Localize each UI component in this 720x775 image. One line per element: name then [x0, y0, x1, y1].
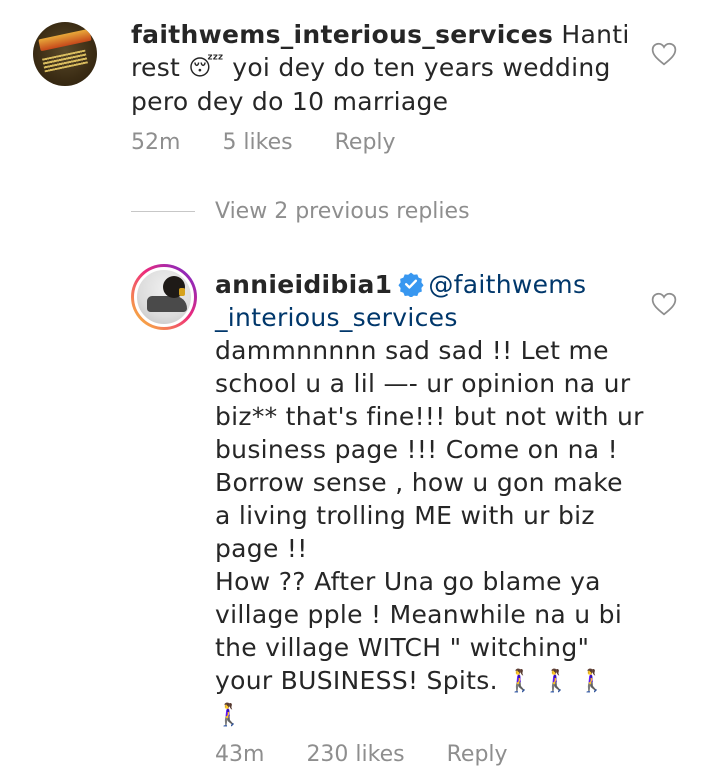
comment-text-part: rest — [131, 53, 181, 82]
comment-text-part: pero dey do 10 marriage — [131, 87, 449, 116]
sleeping-emoji: 😴 — [188, 56, 224, 81]
reply-username[interactable]: annieidibia1 — [215, 270, 392, 299]
heart-outline-icon[interactable] — [651, 292, 677, 316]
reply-line: business page !!! Come on na ! — [215, 435, 618, 464]
replies-divider-line — [131, 211, 195, 212]
avatar-logo-band — [38, 28, 92, 52]
walking-woman-emoji: 🚶‍♀️ — [506, 669, 534, 694]
reply-line: school u a lil —- ur opinion na ur — [215, 369, 631, 398]
comment-meta: 52m 5 likes Reply — [131, 130, 438, 155]
reply-mention[interactable]: @faithwems — [428, 270, 586, 299]
reply-meta: 43m 230 likes Reply — [215, 742, 550, 767]
reply-text: annieidibia1 @faithwems _interious_servi… — [215, 268, 645, 732]
reply-line: biz** that's fine!!! but not with ur — [215, 402, 644, 431]
reply-button[interactable]: Reply — [335, 130, 396, 155]
walking-woman-emoji: 🚶‍♀️ — [577, 669, 606, 694]
verified-badge-icon — [398, 272, 424, 297]
comment-text: faithwems_interious_services Hanti rest … — [131, 18, 661, 118]
reply-line: a living trolling ME with ur biz — [215, 501, 595, 530]
faithwems-avatar[interactable] — [33, 22, 97, 86]
avatar-logo-lines — [42, 49, 88, 73]
reply-line: How ?? After Una go blame ya — [215, 567, 601, 596]
view-previous-replies[interactable]: View 2 previous replies — [131, 199, 470, 224]
comment-likes[interactable]: 5 likes — [222, 130, 292, 155]
annieidibia-avatar[interactable] — [134, 267, 194, 327]
avatar-figure-body — [147, 296, 187, 312]
reply-line: village pple ! Meanwhile na u bi — [215, 600, 623, 629]
reply-line: dammnnnnn sad sad !! Let me — [215, 336, 609, 365]
comment-time: 52m — [131, 130, 181, 155]
walking-woman-emoji: 🚶‍♀️ — [542, 669, 570, 694]
reply-line: Borrow sense , how u gon make — [215, 468, 623, 497]
reply-time: 43m — [215, 742, 265, 767]
reply-line: the village WITCH " witching" — [215, 633, 590, 662]
heart-outline-icon[interactable] — [651, 42, 677, 66]
reply-line: page !! — [215, 534, 308, 563]
reply-likes[interactable]: 230 likes — [306, 742, 404, 767]
comment-text-part: yoi dey do ten years wedding — [232, 53, 611, 82]
reply-line: your BUSINESS! Spits. — [215, 666, 498, 695]
walking-woman-emoji: 🚶‍♀️ — [215, 703, 243, 728]
comment-username[interactable]: faithwems_interious_services — [131, 20, 553, 49]
view-replies-label[interactable]: View 2 previous replies — [215, 199, 470, 224]
comment-text-part: Hanti — [561, 20, 630, 49]
avatar-figure-accent — [179, 288, 185, 296]
reply-mention-cont[interactable]: _interious_services — [215, 303, 458, 332]
reply-button[interactable]: Reply — [447, 742, 508, 767]
